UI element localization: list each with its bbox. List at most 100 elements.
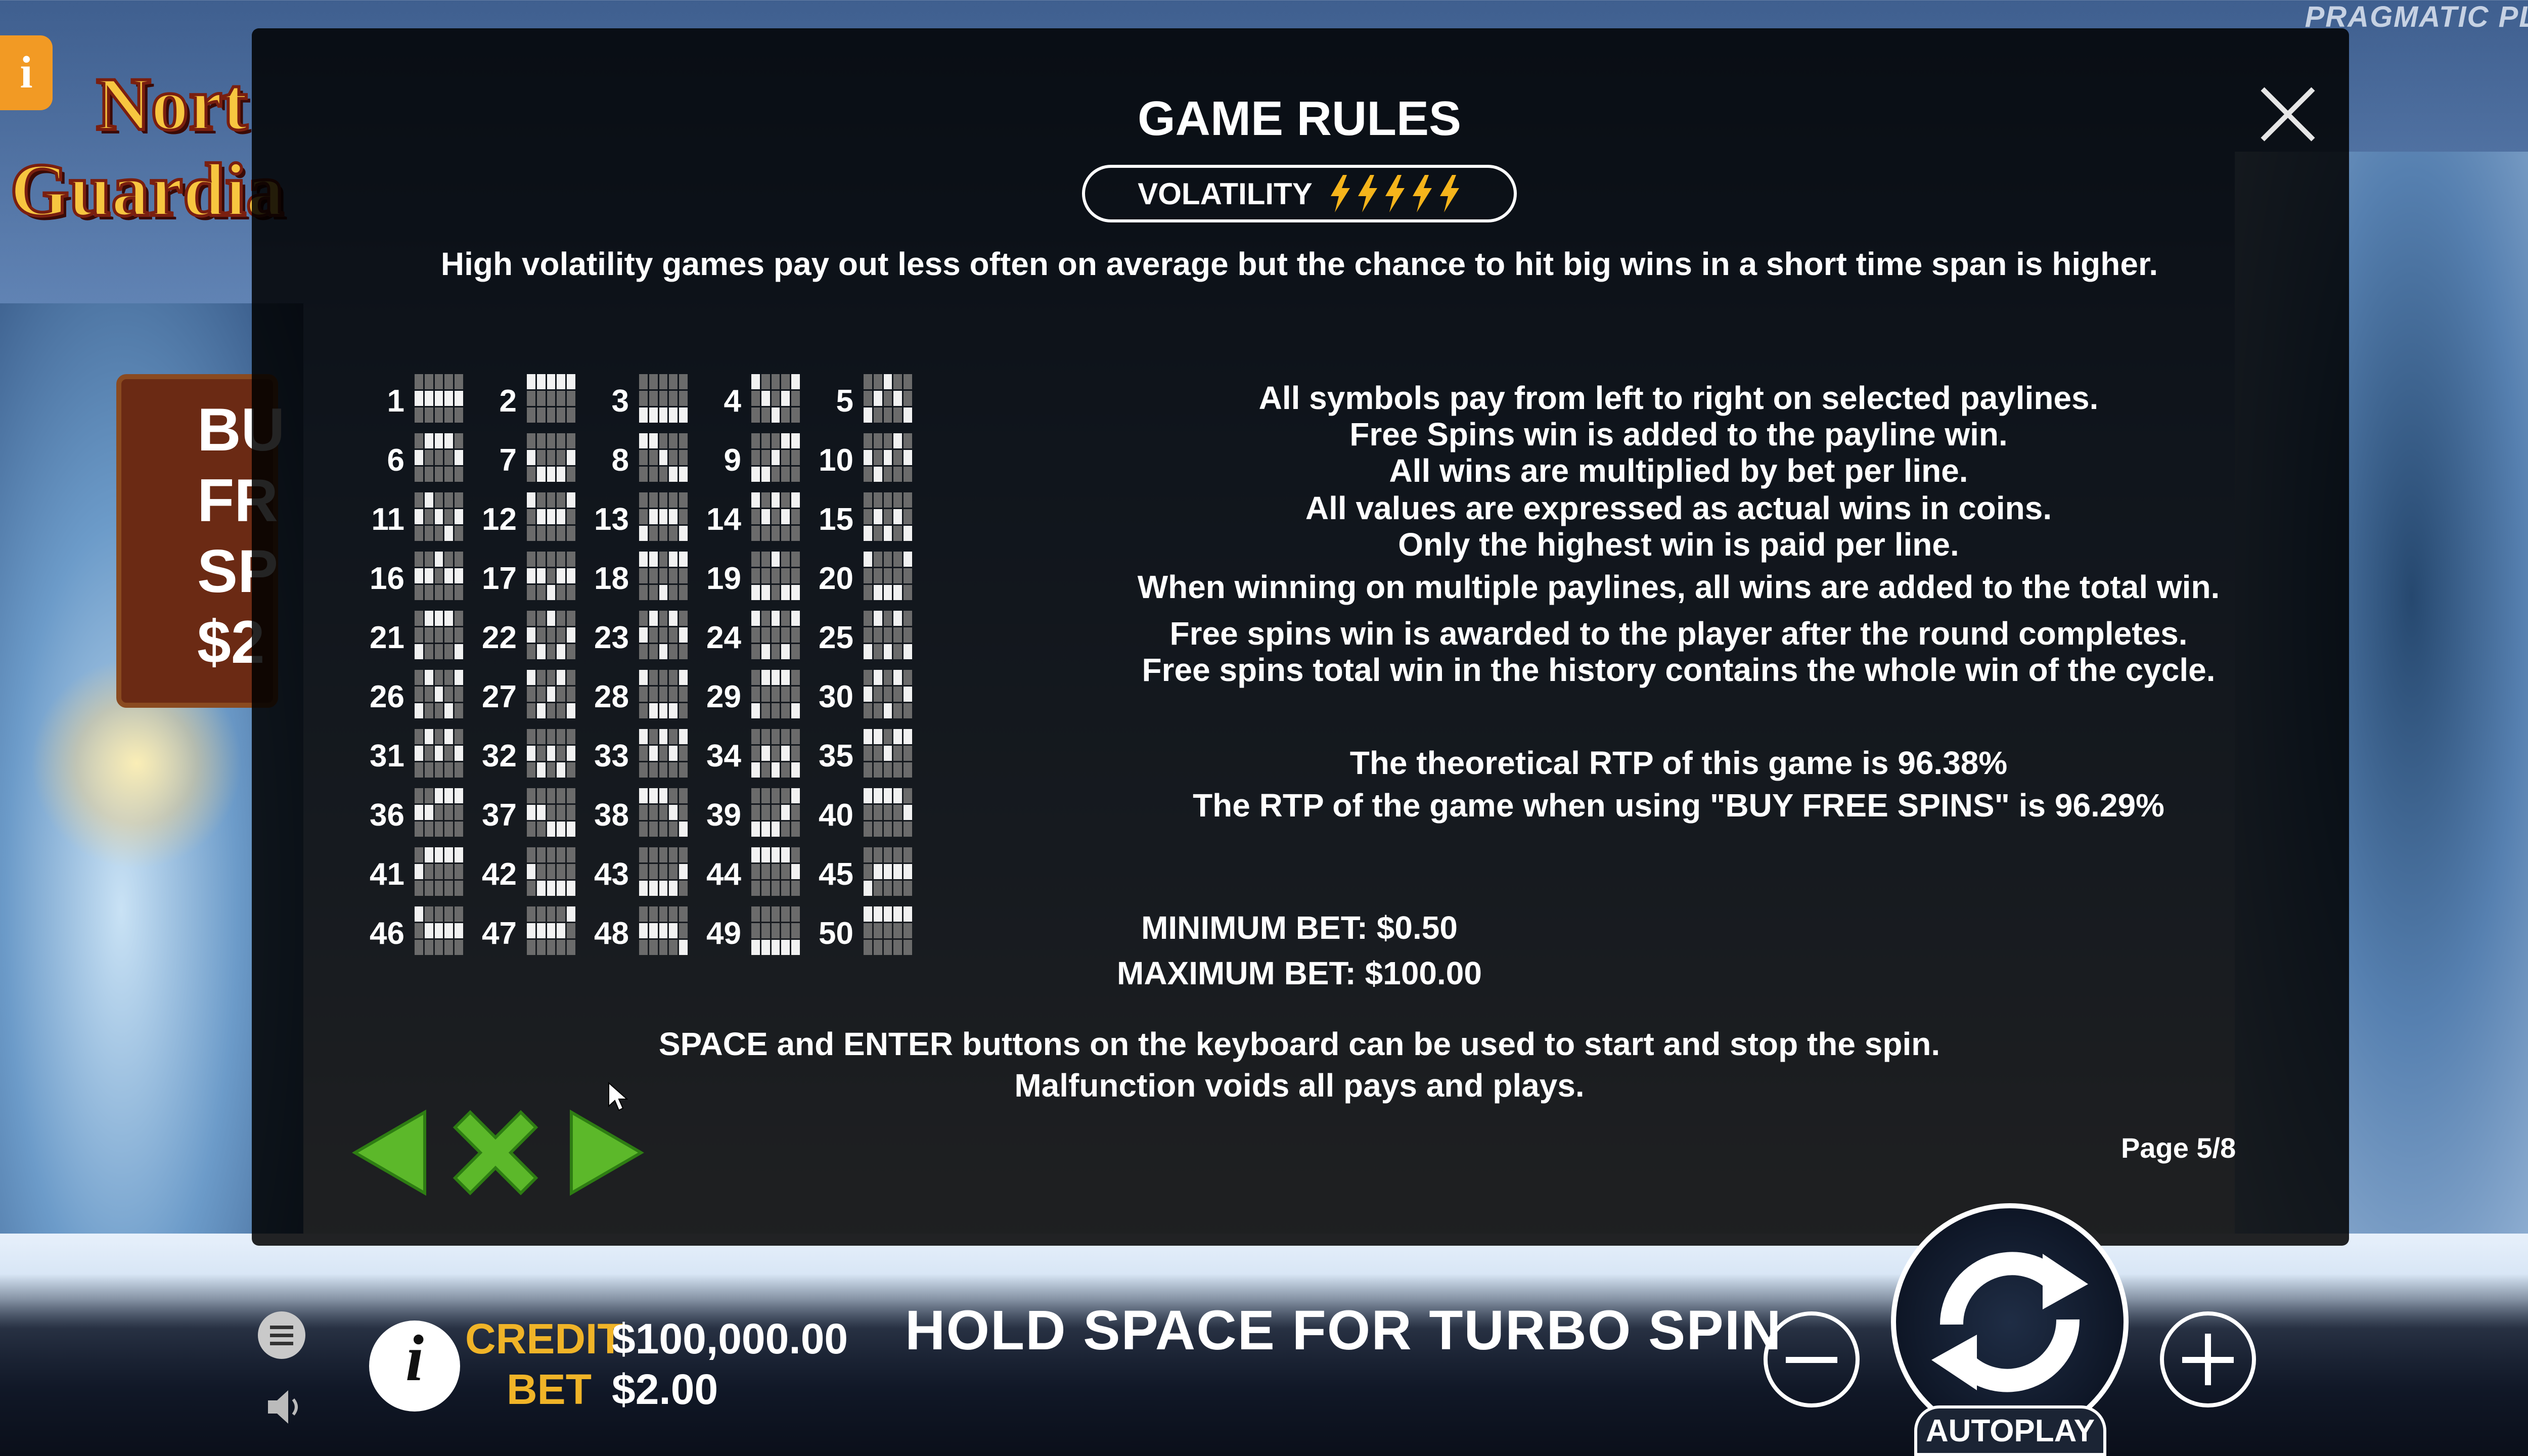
payline-square bbox=[424, 391, 433, 406]
payline-square bbox=[669, 822, 678, 837]
payline-pattern bbox=[639, 906, 688, 955]
payline-square bbox=[415, 847, 423, 862]
payline-square bbox=[904, 703, 912, 718]
payline-square bbox=[434, 611, 443, 626]
payline-square bbox=[415, 509, 423, 524]
payline-square bbox=[536, 729, 546, 744]
payline-item: 24 bbox=[701, 611, 812, 669]
payline-square bbox=[434, 729, 443, 744]
payline-square bbox=[557, 805, 566, 820]
credit-label: CREDIT bbox=[465, 1315, 623, 1362]
payline-square bbox=[424, 906, 433, 922]
payline-square bbox=[883, 627, 892, 643]
payline-square bbox=[444, 729, 454, 744]
payline-square bbox=[424, 687, 433, 702]
payline-square bbox=[567, 762, 575, 778]
payline-square bbox=[455, 687, 463, 702]
payline-square bbox=[444, 644, 454, 659]
payline-number: 5 bbox=[836, 384, 853, 419]
payline-item: 4 bbox=[701, 374, 812, 433]
payline-square bbox=[893, 822, 902, 837]
payline-number: 46 bbox=[370, 916, 404, 951]
info-button[interactable]: i bbox=[369, 1321, 460, 1412]
payline-square bbox=[893, 585, 902, 600]
payline-square bbox=[669, 864, 678, 879]
payline-square bbox=[781, 585, 790, 600]
payline-square bbox=[893, 407, 902, 423]
payline-square bbox=[659, 492, 668, 508]
payline-square bbox=[434, 552, 443, 567]
payline-pattern bbox=[751, 611, 800, 659]
payline-square bbox=[434, 847, 443, 862]
payline-pattern bbox=[415, 611, 463, 659]
payline-square bbox=[527, 374, 535, 389]
payline-square bbox=[415, 585, 423, 600]
keyboard-line: SPACE and ENTER buttons on the keyboard … bbox=[658, 1026, 1940, 1062]
close-rules-button[interactable] bbox=[450, 1107, 538, 1198]
payline-square bbox=[883, 585, 892, 600]
bet-label: BET bbox=[507, 1366, 592, 1413]
payline-square bbox=[873, 805, 882, 820]
payline-square bbox=[893, 906, 902, 922]
payline-square bbox=[527, 746, 535, 761]
payline-square bbox=[781, 923, 790, 938]
info-icon[interactable]: i bbox=[0, 35, 53, 110]
payline-square bbox=[679, 644, 688, 659]
payline-pattern bbox=[639, 788, 688, 837]
rule-line: Free Spins win is added to the payline w… bbox=[1349, 416, 2008, 452]
payline-square bbox=[904, 627, 912, 643]
payline-square bbox=[639, 687, 648, 702]
payline-square bbox=[639, 552, 648, 567]
payline-square bbox=[659, 552, 668, 567]
payline-number: 25 bbox=[819, 620, 853, 655]
payline-pattern bbox=[751, 492, 800, 541]
payline-square bbox=[527, 923, 535, 938]
payline-square bbox=[893, 762, 902, 778]
autoplay-button[interactable]: AUTOPLAY bbox=[1914, 1405, 2106, 1456]
previous-page-button[interactable] bbox=[349, 1107, 435, 1198]
payline-square bbox=[455, 644, 463, 659]
payline-square bbox=[791, 788, 800, 803]
rule-line: All values are expressed as actual wins … bbox=[1305, 490, 2052, 526]
payline-square bbox=[527, 847, 535, 862]
payline-square bbox=[669, 881, 678, 896]
payline-item: 17 bbox=[476, 552, 588, 610]
payline-square bbox=[893, 703, 902, 718]
payline-square bbox=[527, 822, 535, 837]
next-page-button[interactable] bbox=[561, 1107, 647, 1198]
sound-icon[interactable] bbox=[263, 1384, 308, 1430]
payline-square bbox=[415, 703, 423, 718]
payline-square bbox=[761, 687, 770, 702]
increase-bet-button[interactable] bbox=[2160, 1311, 2256, 1407]
payline-square bbox=[864, 492, 872, 508]
payline-square bbox=[781, 864, 790, 879]
payline-square bbox=[415, 433, 423, 448]
payline-square bbox=[639, 467, 648, 482]
decrease-bet-button[interactable] bbox=[1764, 1311, 1860, 1407]
payline-square bbox=[649, 627, 658, 643]
payline-square bbox=[567, 467, 575, 482]
payline-square bbox=[751, 805, 760, 820]
payline-square bbox=[791, 906, 800, 922]
close-button[interactable] bbox=[2225, 64, 2351, 165]
payline-item: 15 bbox=[813, 492, 924, 551]
payline-square bbox=[904, 906, 912, 922]
payline-square bbox=[873, 703, 882, 718]
payline-square bbox=[639, 374, 648, 389]
payline-number: 38 bbox=[594, 798, 629, 833]
payline-square bbox=[883, 492, 892, 508]
payline-pattern bbox=[639, 552, 688, 600]
payline-square bbox=[444, 526, 454, 541]
payline-square bbox=[761, 568, 770, 583]
payline-square bbox=[771, 611, 780, 626]
payline-pattern bbox=[415, 788, 463, 837]
payline-square bbox=[781, 467, 790, 482]
payline-square bbox=[679, 552, 688, 567]
payline-square bbox=[415, 552, 423, 567]
payline-square bbox=[893, 611, 902, 626]
payline-square bbox=[893, 433, 902, 448]
payline-pattern bbox=[864, 374, 912, 423]
menu-icon[interactable] bbox=[258, 1311, 305, 1359]
hamburger-icon bbox=[270, 1326, 293, 1345]
payline-square bbox=[864, 864, 872, 879]
